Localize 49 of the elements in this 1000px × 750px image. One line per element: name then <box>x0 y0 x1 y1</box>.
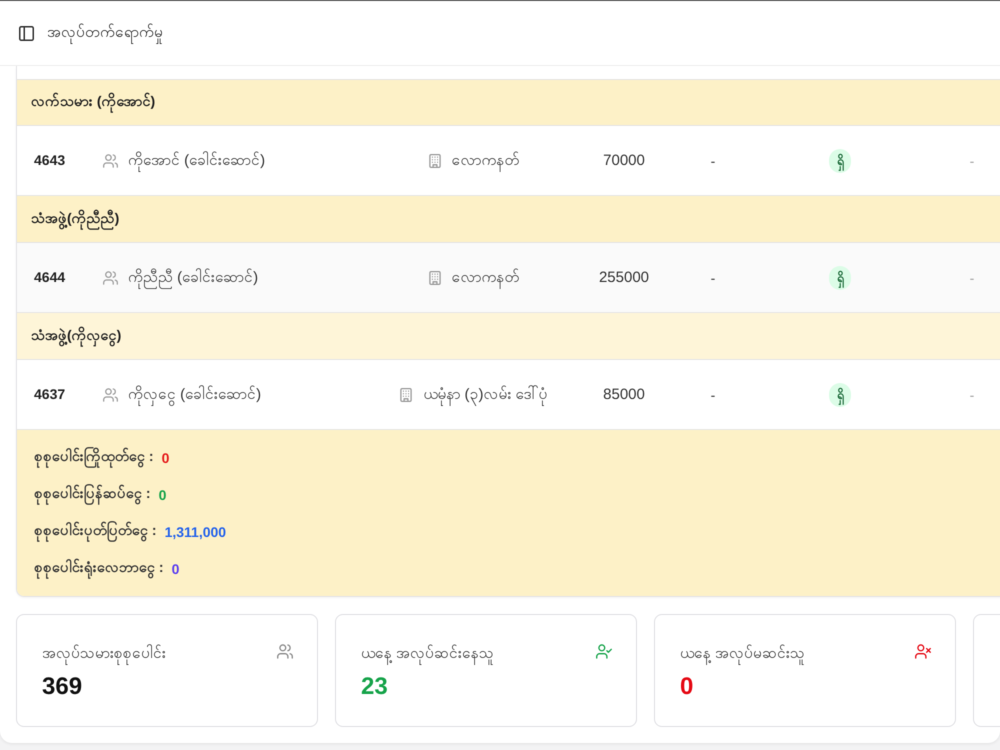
empty-value: - <box>970 386 974 402</box>
amount-cell: 70000 <box>603 152 645 169</box>
empty-value: - <box>970 152 974 168</box>
total-value: 0 <box>162 450 170 466</box>
total-value: 0 <box>158 486 166 502</box>
id-cell: 4637 <box>34 386 66 402</box>
stat-value: 0 <box>680 672 694 702</box>
amount-cell: 85000 <box>603 386 645 403</box>
total-label: စုစုပေါင်းရုံးလေဘာငွေ : <box>34 558 164 579</box>
building-icon <box>400 388 412 402</box>
leader-name: ကိုလှငွေ (ခေါင်းဆောင်) <box>128 384 262 406</box>
stat-title: ယနေ့ အလုပ်မဆင်းသူ <box>680 641 806 667</box>
total-value: 1,311,000 <box>164 524 226 540</box>
total-label: စုစုပေါင်းပြန်ဆပ်ငွေ : <box>34 484 151 505</box>
sidebar-panel-icon <box>19 26 34 40</box>
location-name: လောကနတ် <box>452 150 520 172</box>
empty-value: - <box>710 152 716 168</box>
total-label: စုစုပေါင်းပုတ်ပြတ်ငွေ : <box>34 521 157 542</box>
building-icon <box>428 154 440 168</box>
amount-cell: 255000 <box>598 269 650 286</box>
users-icon <box>103 154 118 168</box>
total-value: 0 <box>172 560 180 576</box>
id-cell: 4643 <box>34 152 66 168</box>
status-badge: ရှိ <box>829 266 851 290</box>
empty-value: - <box>710 386 716 402</box>
location-name: ယမုံနာ (၃)လမ်း ဒေါ်ပုံ <box>423 384 548 406</box>
user-x-icon <box>915 644 931 659</box>
status-badge: ရှိ <box>829 148 851 172</box>
stat-title: အလုပ်သမားစုစုပေါင်း <box>42 641 166 667</box>
empty-value: - <box>710 270 716 286</box>
users-icon <box>103 388 118 402</box>
empty-value: - <box>970 270 974 286</box>
users-icon <box>277 644 293 659</box>
status-badge: ရှိ <box>829 382 851 406</box>
location-name: လောကနတ် <box>452 266 520 288</box>
group-header: သံအဖွဲ့(ကိုလှငွေ) <box>17 313 1000 360</box>
stat-title: ယနေ့ အလုပ်ဆင်းနေသူ <box>361 641 494 667</box>
leader-name: ကိုအောင် (ခေါင်းဆောင်) <box>128 150 266 172</box>
total-label: စုစုပေါင်းကြိုထုတ်ငွေ : <box>34 447 154 468</box>
building-icon <box>428 270 440 284</box>
leader-name: ကိုညီညီ (ခေါင်းဆောင်) <box>128 266 258 288</box>
stat-value: 369 <box>42 672 84 702</box>
user-check-icon <box>596 644 612 659</box>
stat-value: 23 <box>361 672 389 702</box>
group-header: လက်သမား (ကိုအောင်) <box>17 79 1000 126</box>
id-cell: 4644 <box>34 268 66 284</box>
group-header: သံအဖွဲ့(ကိုညီညီ) <box>17 196 1000 243</box>
users-icon <box>103 270 118 284</box>
page-title: အလုပ်တက်ရောက်မှု <box>47 22 163 44</box>
